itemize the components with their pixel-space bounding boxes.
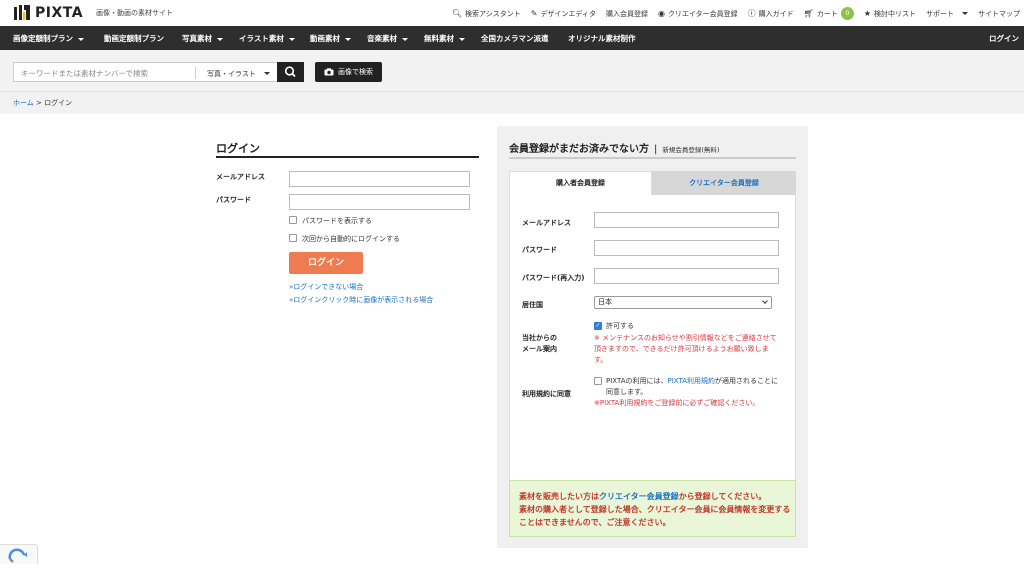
nav-video[interactable]: 動画素材: [310, 33, 351, 44]
breadcrumb: ホーム > ログイン: [0, 92, 1024, 114]
email-label: メールアドレス: [216, 173, 265, 181]
image-search-button[interactable]: 画像で検索: [315, 62, 382, 82]
sitemap-link[interactable]: サイトマップ: [978, 9, 1020, 19]
breadcrumb-home-link[interactable]: ホーム: [13, 99, 34, 107]
terms-link[interactable]: PIXTA利用規約: [667, 377, 714, 385]
wishlist-link[interactable]: ★ 検討中リスト: [864, 9, 916, 19]
image-shown-link[interactable]: »ログインクリック時に画像が表示される場合: [289, 295, 433, 305]
creator-register-notice-link[interactable]: クリエイター会員登録: [599, 492, 679, 501]
divider: [509, 157, 796, 159]
reg-password-confirm-field[interactable]: [594, 268, 779, 284]
search-assistant-link[interactable]: 🔍︎ 検索アシスタント: [452, 9, 521, 19]
creator-register-link[interactable]: ◉ クリエイター会員登録: [658, 9, 738, 19]
register-title: 会員登録がまだお済みでない方 | 新規会員登録(無料): [509, 144, 720, 155]
register-subtitle: 新規会員登録(無料): [662, 146, 720, 154]
terms-note: ※PIXTA利用規約をご登録前に必ずご確認ください。: [594, 399, 760, 407]
buyer-register-form: メールアドレス パスワード パスワード(再入力) 居住国 日本 当社からの メー…: [509, 195, 796, 518]
nav-login[interactable]: ログイン: [989, 33, 1019, 44]
reg-password-label: パスワード: [522, 246, 557, 254]
nav-original[interactable]: オリジナル素材制作: [568, 33, 636, 44]
chevron-down-icon: [402, 37, 408, 41]
recaptcha-badge[interactable]: [0, 544, 38, 564]
cart-icon: 🛒︎: [803, 8, 814, 18]
reg-password-confirm-label: パスワード(再入力): [522, 274, 585, 282]
nav-image-plan[interactable]: 画像定額制プラン: [13, 33, 84, 44]
reg-password-field[interactable]: [594, 240, 779, 256]
site-tagline: 画像・動画の素材サイト: [96, 9, 173, 17]
mail-label-line2: メール案内: [522, 345, 557, 353]
terms-label: 利用規約に同意: [522, 390, 571, 398]
show-password-checkbox[interactable]: [289, 216, 297, 224]
main-nav: 画像定額制プラン 動画定額制プラン 写真素材 イラスト素材 動画素材 音楽素材 …: [0, 26, 1024, 50]
chevron-down-icon: [217, 37, 223, 41]
login-password-field[interactable]: [289, 194, 470, 210]
login-title: ログイン: [216, 142, 260, 155]
edit-icon: ✎: [530, 8, 538, 18]
search-input[interactable]: キーワードまたは素材ナンバーで検索 写真・イラスト: [13, 62, 277, 82]
register-panel: 会員登録がまだお済みでない方 | 新規会員登録(無料) 購入者会員登録 クリエイター…: [497, 126, 808, 548]
chevron-down-icon: [263, 72, 270, 75]
design-editor-link[interactable]: ✎ デザインエディタ: [531, 9, 596, 19]
nav-free[interactable]: 無料素材: [424, 33, 465, 44]
pixta-logo[interactable]: PIXTA: [13, 4, 83, 21]
top-bar: PIXTA 画像・動画の素材サイト 🔍︎ 検索アシスタント ✎ デザインエディタ 購…: [0, 0, 1024, 26]
auto-login-label: 次回から自動的にログインする: [302, 235, 400, 243]
camera-icon: [324, 68, 334, 76]
purchase-guide-link[interactable]: ⓘ 購入ガイド: [748, 9, 794, 19]
password-label: パスワード: [216, 196, 251, 204]
notice-text: 素材を販売したい方はクリエイター会員登録から登録してください。 素材の購入者として…: [519, 492, 791, 527]
tab-creator-register[interactable]: クリエイター会員登録: [652, 171, 796, 195]
nav-illustration[interactable]: イラスト素材: [239, 33, 295, 44]
reg-email-field[interactable]: [594, 212, 779, 228]
cart-count-badge: 0: [840, 7, 854, 20]
divider: [195, 67, 196, 79]
mail-label-line1: 当社からの: [522, 334, 557, 342]
divider: [216, 156, 479, 158]
chevron-down-icon: [962, 12, 968, 15]
creator-notice: 素材を販売したい方はクリエイター会員登録から登録してください。 素材の購入者として…: [509, 480, 796, 537]
top-nav: 🔍︎ 検索アシスタント ✎ デザインエディタ 購入会員登録 ◉ クリエイター会員登録 …: [452, 7, 1020, 20]
pixta-logo-icon: [14, 5, 30, 20]
search-placeholder: キーワードまたは素材ナンバーで検索: [21, 69, 149, 78]
support-menu[interactable]: サポート: [926, 9, 968, 19]
chevron-down-icon: [288, 37, 295, 41]
search-area: キーワードまたは素材ナンバーで検索 写真・イラスト 画像で検索: [0, 50, 1024, 92]
chevron-down-icon: [78, 37, 84, 41]
tab-buyer-register[interactable]: 購入者会員登録: [509, 171, 652, 195]
search-icon: 🔍︎: [451, 8, 462, 18]
terms-agree-checkbox[interactable]: [594, 377, 602, 385]
chevron-down-icon: [459, 37, 465, 41]
country-label: 居住国: [522, 301, 543, 309]
country-select[interactable]: 日本: [594, 296, 772, 309]
nav-photo[interactable]: 写真素材: [182, 33, 223, 44]
recaptcha-icon: [8, 548, 27, 563]
category-select[interactable]: 写真・イラスト: [207, 69, 270, 79]
camera-icon: ◉: [657, 8, 665, 18]
terms-text: PIXTAの利用には、PIXTA利用規約が適用されることに同意します。: [606, 377, 778, 396]
star-icon: ★: [863, 8, 871, 18]
cannot-login-link[interactable]: »ログインできない場合: [289, 282, 363, 292]
show-password-label: パスワードを表示する: [302, 217, 372, 225]
search-icon: [284, 66, 296, 78]
login-email-field[interactable]: [289, 171, 470, 187]
info-icon: ⓘ: [747, 8, 756, 18]
reg-email-label: メールアドレス: [522, 219, 571, 227]
search-button[interactable]: [277, 62, 304, 82]
nav-music[interactable]: 音楽素材: [367, 33, 408, 44]
breadcrumb-trail: ホーム > ログイン: [13, 99, 73, 107]
mail-allow-label: 許可する: [606, 322, 634, 330]
nav-video-plan[interactable]: 動画定額制プラン: [104, 33, 164, 44]
chevron-down-icon: [762, 298, 768, 304]
logo-text: PIXTA: [35, 4, 84, 21]
mail-note: ※ メンテナンスのお知らせや割引情報などをご連絡させて頂きますので、できるだけ許…: [594, 334, 777, 364]
mail-allow-checkbox[interactable]: ✓: [594, 322, 602, 330]
breadcrumb-current: ログイン: [44, 99, 73, 107]
cart-link[interactable]: 🛒︎ カート 0: [804, 7, 854, 20]
chevron-down-icon: [345, 37, 351, 41]
buyer-register-link[interactable]: 購入会員登録: [606, 9, 648, 19]
auto-login-checkbox[interactable]: [289, 234, 297, 242]
login-button[interactable]: ログイン: [289, 252, 363, 274]
nav-photographer[interactable]: 全国カメラマン派遣: [481, 33, 549, 44]
